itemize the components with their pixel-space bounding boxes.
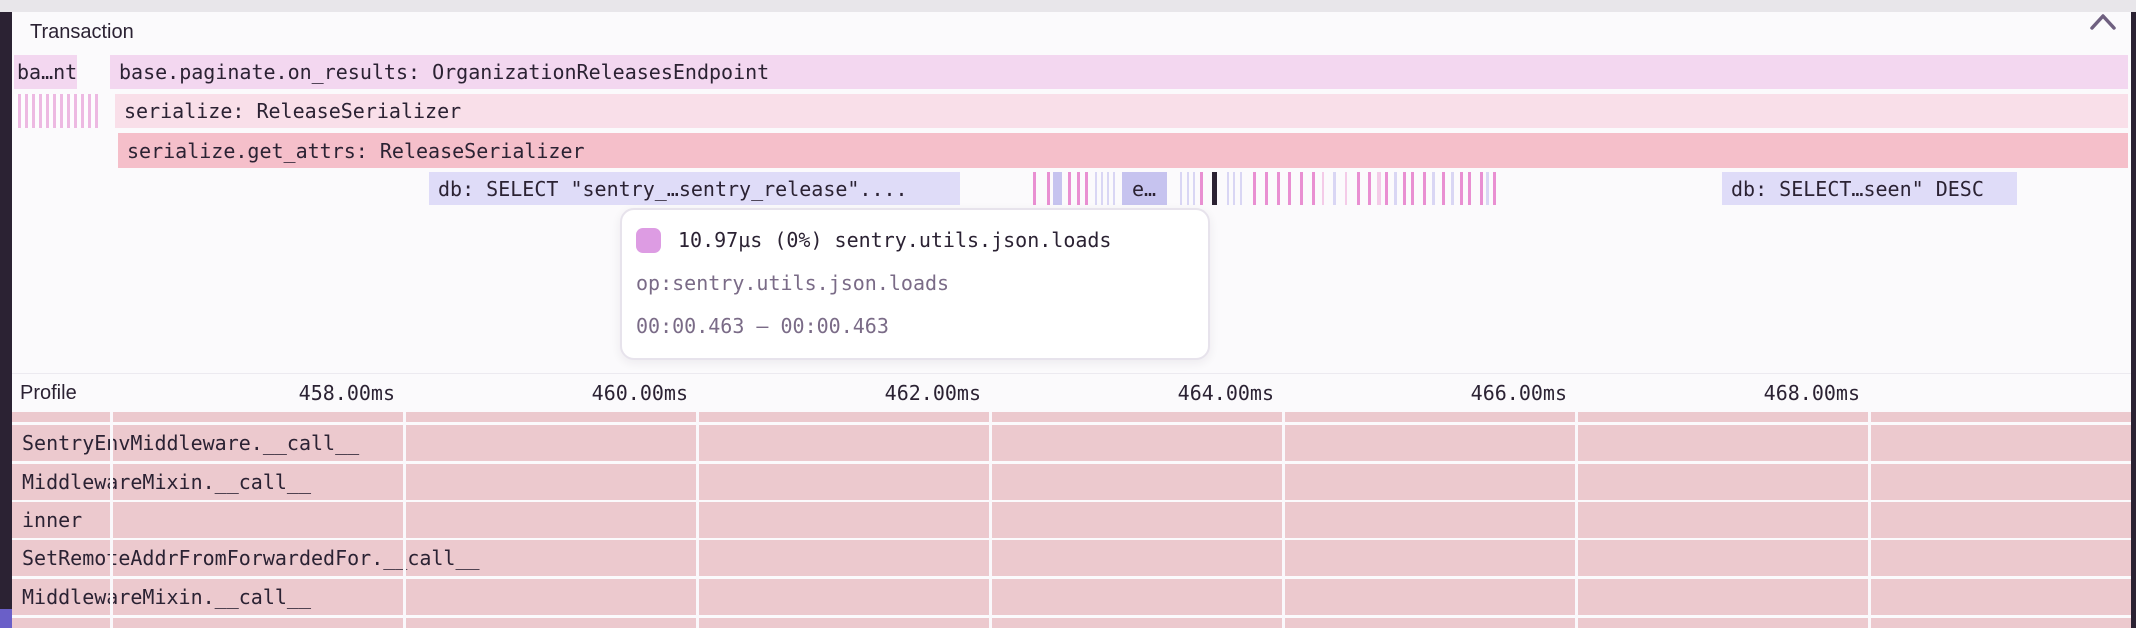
transaction-section-title: Transaction	[30, 21, 134, 44]
span-tick[interactable]	[1480, 172, 1483, 205]
top-divider-strip	[0, 0, 2136, 12]
gridline	[696, 412, 699, 628]
span-tick[interactable]	[1493, 172, 1496, 205]
span-bar[interactable]	[14, 94, 98, 128]
span-tick[interactable]	[1053, 172, 1062, 205]
span-tick[interactable]	[1277, 172, 1280, 205]
tooltip-span-op: op:sentry.utils.json.loads	[636, 271, 949, 295]
span-tick[interactable]	[1394, 172, 1397, 205]
span-tick[interactable]	[1368, 172, 1371, 205]
span-tick[interactable]	[1212, 172, 1217, 205]
span-tick[interactable]	[1468, 172, 1471, 205]
span-bar[interactable]: serialize.get_attrs: ReleaseSerializer	[118, 133, 2128, 168]
span-tick[interactable]	[1227, 172, 1229, 205]
span-tick[interactable]	[1033, 172, 1036, 205]
profile-frame-row[interactable]	[12, 412, 2131, 422]
profiling-flamechart-view: Transaction ba…nt base.paginate.on_result…	[0, 0, 2136, 628]
span-hover-tooltip: 10.97µs (0%) sentry.utils.json.loads op:…	[620, 208, 1210, 360]
gridline	[110, 412, 113, 628]
span-tick[interactable]	[1432, 172, 1435, 205]
span-tick[interactable]	[1113, 172, 1115, 205]
gridline	[1868, 412, 1871, 628]
span-tick[interactable]	[1253, 172, 1256, 205]
profile-frame-row[interactable]	[12, 618, 2131, 628]
span-tick[interactable]	[1187, 172, 1189, 205]
profile-frame-row[interactable]: MiddlewareMixin.__call__	[12, 579, 2131, 615]
tooltip-span-duration-title: 10.97µs (0%) sentry.utils.json.loads	[678, 228, 1111, 252]
span-tick[interactable]	[1107, 172, 1109, 205]
span-tick[interactable]	[1095, 172, 1097, 205]
axis-tick-label: 460.00ms	[578, 381, 688, 405]
span-tick[interactable]	[1460, 172, 1463, 205]
span-tick[interactable]	[1403, 172, 1406, 205]
span-tick[interactable]	[1233, 172, 1235, 205]
span-tick[interactable]	[1047, 172, 1050, 205]
span-bar[interactable]: db: SELECT…seen" DESC	[1722, 172, 2017, 205]
span-tick[interactable]	[1077, 172, 1080, 205]
profile-frame-row[interactable]: SetRemoteAddrFromForwardedFor.__call__	[12, 540, 2131, 576]
profile-section-title: Profile	[20, 382, 77, 405]
transaction-section-header: Transaction	[12, 12, 2131, 54]
tooltip-color-swatch	[636, 228, 661, 253]
span-tick[interactable]	[1101, 172, 1103, 205]
span-bar[interactable]: base.paginate.on_results: OrganizationRe…	[110, 55, 2128, 89]
profile-frame-row[interactable]: inner	[12, 502, 2131, 538]
span-tick[interactable]	[1240, 172, 1242, 205]
axis-tick-label: 464.00ms	[1164, 381, 1274, 405]
span-tick[interactable]	[1085, 172, 1088, 205]
span-tick[interactable]	[1377, 172, 1381, 205]
right-scroll-rail	[2131, 12, 2136, 628]
gridline	[1282, 412, 1285, 628]
span-tick[interactable]	[1357, 172, 1360, 205]
gridline	[403, 412, 406, 628]
gridline	[1575, 412, 1578, 628]
span-tick[interactable]	[1312, 172, 1315, 205]
tooltip-span-time-range: 00:00.463 — 00:00.463	[636, 314, 889, 338]
axis-tick-label: 462.00ms	[871, 381, 981, 405]
span-tick[interactable]	[1322, 172, 1324, 205]
axis-tick-label: 468.00ms	[1750, 381, 1860, 405]
span-tick[interactable]	[1333, 172, 1336, 205]
span-tick[interactable]	[1193, 172, 1195, 205]
span-bar[interactable]: serialize: ReleaseSerializer	[115, 94, 2128, 128]
chevron-up-icon[interactable]	[2088, 11, 2118, 33]
span-tick[interactable]	[1385, 172, 1388, 205]
span-tick[interactable]	[1068, 172, 1071, 205]
span-bar[interactable]: db: SELECT "sentry_…sentry_release"....	[429, 172, 960, 205]
profile-frame-row[interactable]: SentryEnvMiddleware.__call__	[12, 425, 2131, 461]
left-scroll-rail	[0, 12, 12, 628]
axis-tick-label: 466.00ms	[1457, 381, 1567, 405]
span-tick[interactable]	[1345, 172, 1347, 205]
profile-frame-row[interactable]: MiddlewareMixin.__call__	[12, 464, 2131, 500]
span-tick[interactable]	[1411, 172, 1414, 205]
span-tick[interactable]	[1442, 172, 1445, 205]
span-tick[interactable]	[1423, 172, 1426, 205]
span-bar[interactable]: ba…nt	[14, 55, 77, 89]
span-tick[interactable]	[1300, 172, 1303, 205]
span-tick[interactable]	[1486, 172, 1489, 205]
left-scroll-thumb[interactable]	[0, 609, 12, 628]
span-tick[interactable]	[1200, 172, 1203, 205]
gridline	[989, 412, 992, 628]
axis-tick-label: 458.00ms	[285, 381, 395, 405]
span-tick[interactable]	[1180, 172, 1182, 205]
span-bar[interactable]: e…	[1122, 172, 1167, 205]
span-tick[interactable]	[1265, 172, 1268, 205]
span-tick[interactable]	[1451, 172, 1454, 205]
span-tick[interactable]	[1288, 172, 1291, 205]
